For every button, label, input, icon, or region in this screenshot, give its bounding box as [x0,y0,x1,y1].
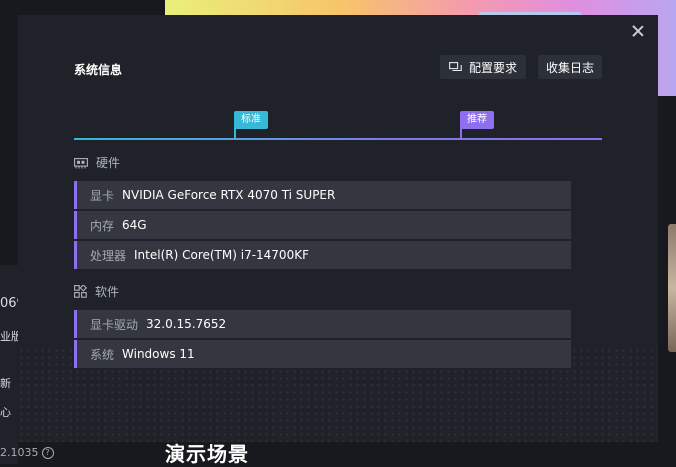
row-value: Windows 11 [122,347,195,361]
system-info-dialog: 系统信息 配置要求 收集日志 标准 推荐 硬件 显卡 NVIDIA GeForc… [18,15,658,442]
row-value: Intel(R) Core(TM) i7-14700KF [134,248,309,262]
row-label: 显卡驱动 [90,317,139,332]
background-left-panel [0,265,18,464]
config-requirements-button[interactable]: 配置要求 [440,55,526,79]
performance-scale-bar [74,138,602,140]
row-label: 系统 [90,347,115,362]
row-value: 32.0.15.7652 [146,317,227,331]
close-icon[interactable] [630,23,646,39]
chat-icon [449,61,462,71]
background-scene-title: 演示场景 [165,442,249,466]
hardware-section-heading: 硬件 [74,154,120,171]
software-row-os: 系统 Windows 11 [74,340,571,368]
row-label: 内存 [90,218,115,233]
version-text: 2.1035 [0,446,39,459]
dialog-title: 系统信息 [74,63,123,77]
help-icon[interactable]: ? [41,447,54,459]
standard-marker-label: 标准 [234,111,268,129]
recommended-marker-label: 推荐 [460,111,494,129]
collect-logs-button[interactable]: 收集日志 [538,55,602,79]
hardware-row-gpu: 显卡 NVIDIA GeForce RTX 4070 Ti SUPER [74,181,571,209]
background-version: 2.1035? [0,446,54,459]
apps-icon [74,285,87,298]
hardware-row-cpu: 处理器 Intel(R) Core(TM) i7-14700KF [74,241,571,269]
background-left-text-4[interactable]: 心 [0,404,11,420]
background-right-card[interactable] [668,224,676,352]
row-label: 显卡 [90,188,115,203]
background-left-text-3[interactable]: 新 [0,375,11,391]
config-requirements-label: 配置要求 [468,60,517,75]
row-value: NVIDIA GeForce RTX 4070 Ti SUPER [122,188,336,202]
chip-icon [74,157,88,168]
row-label: 处理器 [90,248,127,263]
software-row-driver: 显卡驱动 32.0.15.7652 [74,310,571,338]
hardware-row-memory: 内存 64G [74,211,571,239]
collect-logs-label: 收集日志 [545,60,594,75]
hardware-heading-text: 硬件 [96,156,121,170]
software-section-heading: 软件 [74,283,119,300]
software-heading-text: 软件 [95,285,120,299]
row-value: 64G [122,218,147,232]
